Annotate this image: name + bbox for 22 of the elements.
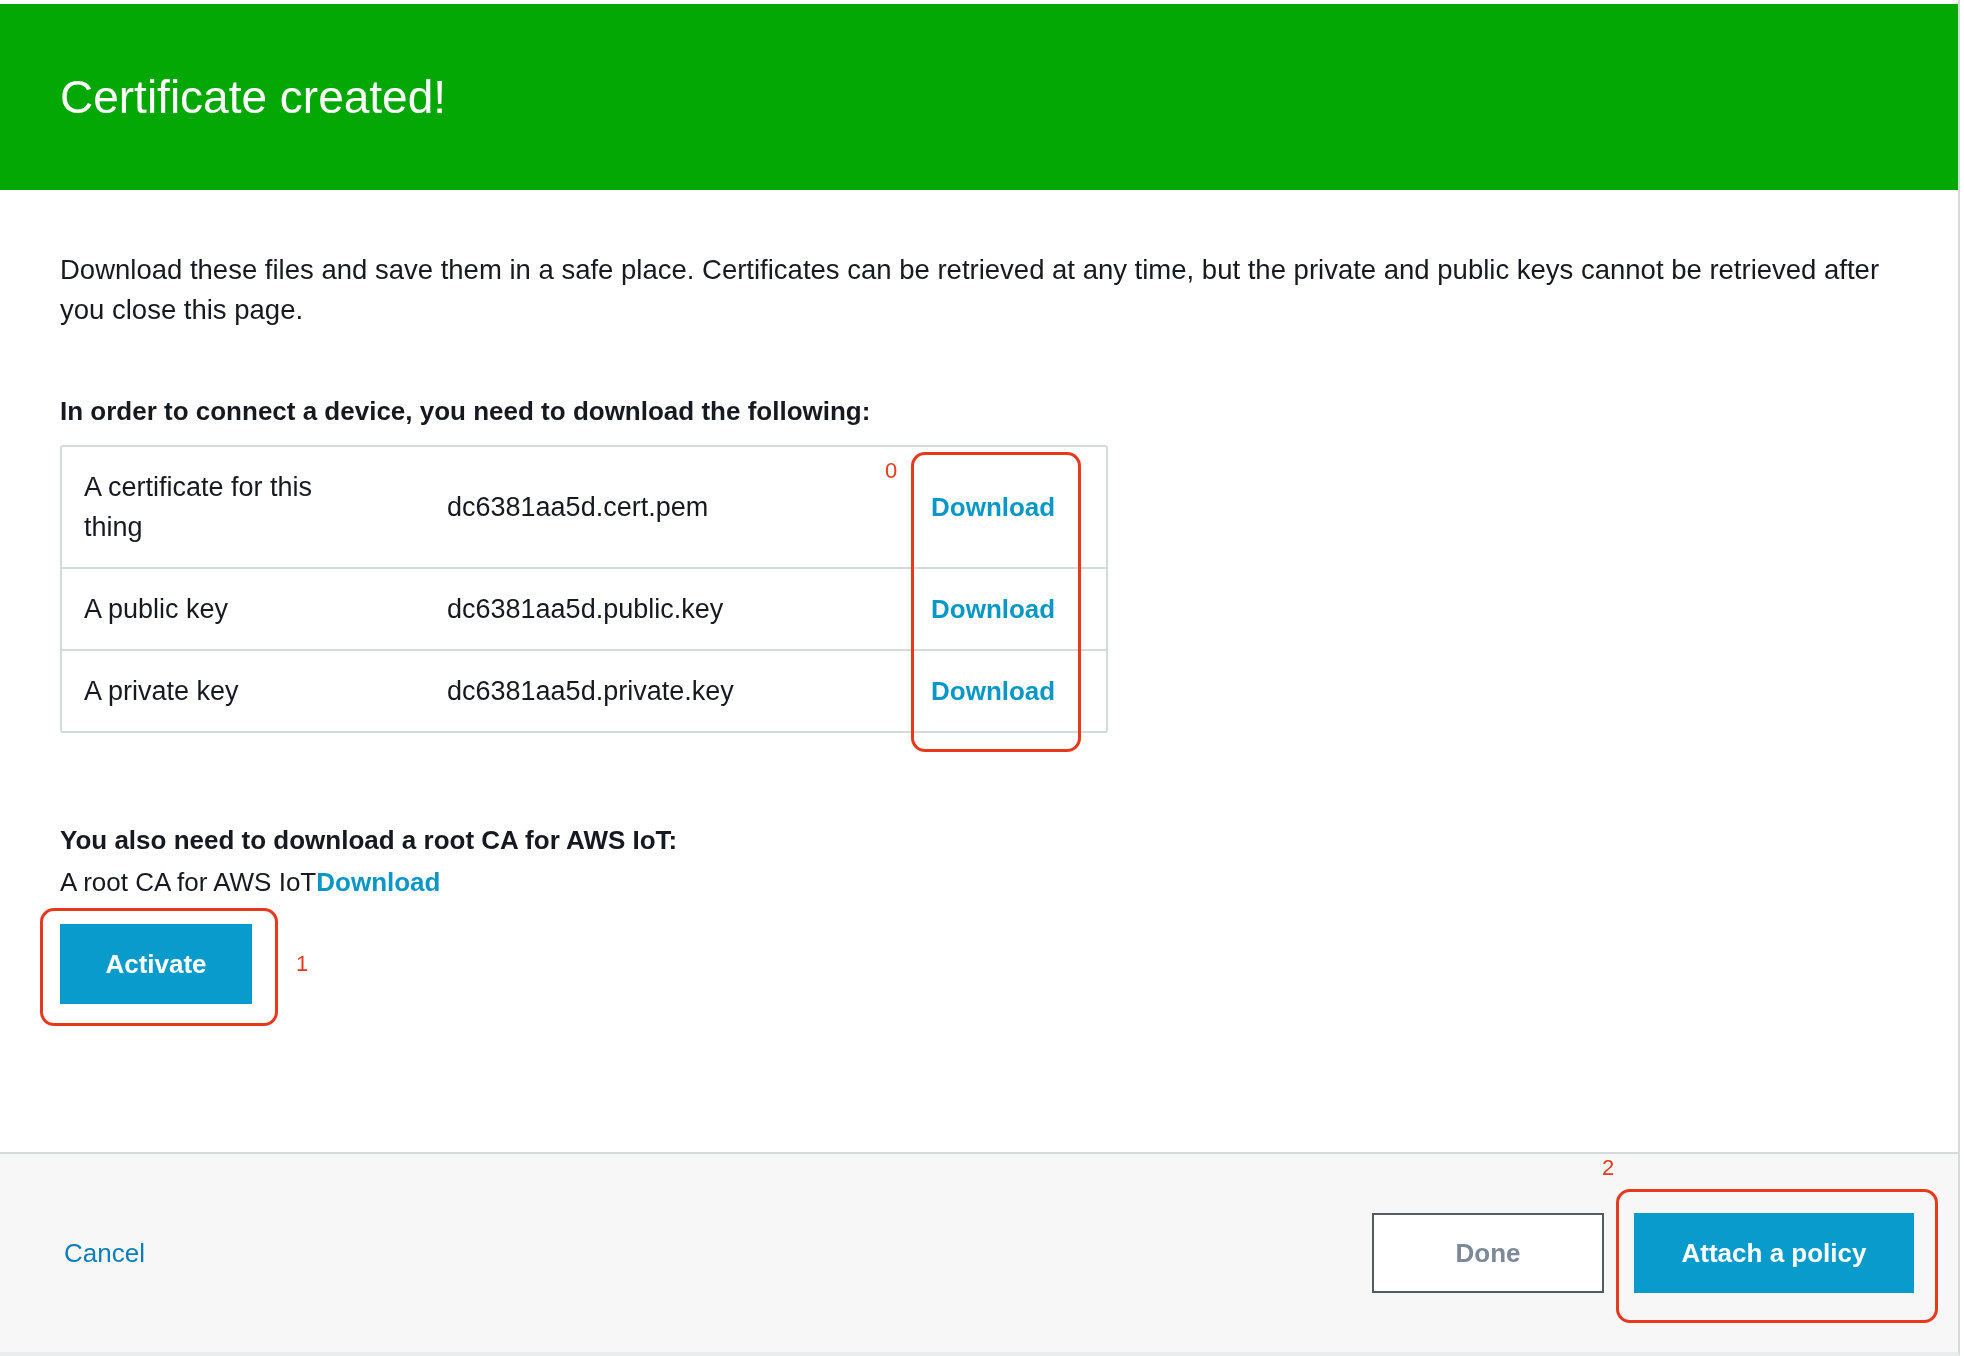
activate-button[interactable]: Activate [60,924,252,1004]
done-button[interactable]: Done [1372,1213,1604,1293]
section-heading: In order to connect a device, you need to download the following: [60,396,872,427]
cancel-link[interactable]: Cancel [64,1237,1372,1269]
download-link[interactable]: Download [931,491,1056,522]
section-heading: You also need to download a root CA for AWS IoT: [60,825,679,856]
download-link[interactable]: Download [931,593,1056,624]
page-title: Certificate created! [60,70,447,124]
file-label: A private key [83,675,240,708]
file-name: dc6381aa5d.private.key [447,675,735,708]
file-label: A public key [83,593,230,626]
download-link[interactable]: Download [931,675,1056,706]
root-ca-label: A root CA for AWS IoT [60,867,317,897]
annotation-number: 2 [1602,1155,1615,1181]
download-link[interactable]: Download [316,867,441,897]
file-name: dc6381aa5d.cert.pem [447,491,710,524]
intro-text: Download these files and save them in a safe place. Certificates can be retrieved at any time, but the private and public keys cannot be retrieved after you close this page. [60,253,1881,327]
annotation-number: 0 [885,457,898,484]
file-label: A certificate for this thing [83,471,314,544]
file-name: dc6381aa5d.public.key [447,593,725,626]
annotation-number: 1 [296,951,309,977]
attach-policy-button[interactable]: Attach a policy [1634,1213,1914,1293]
